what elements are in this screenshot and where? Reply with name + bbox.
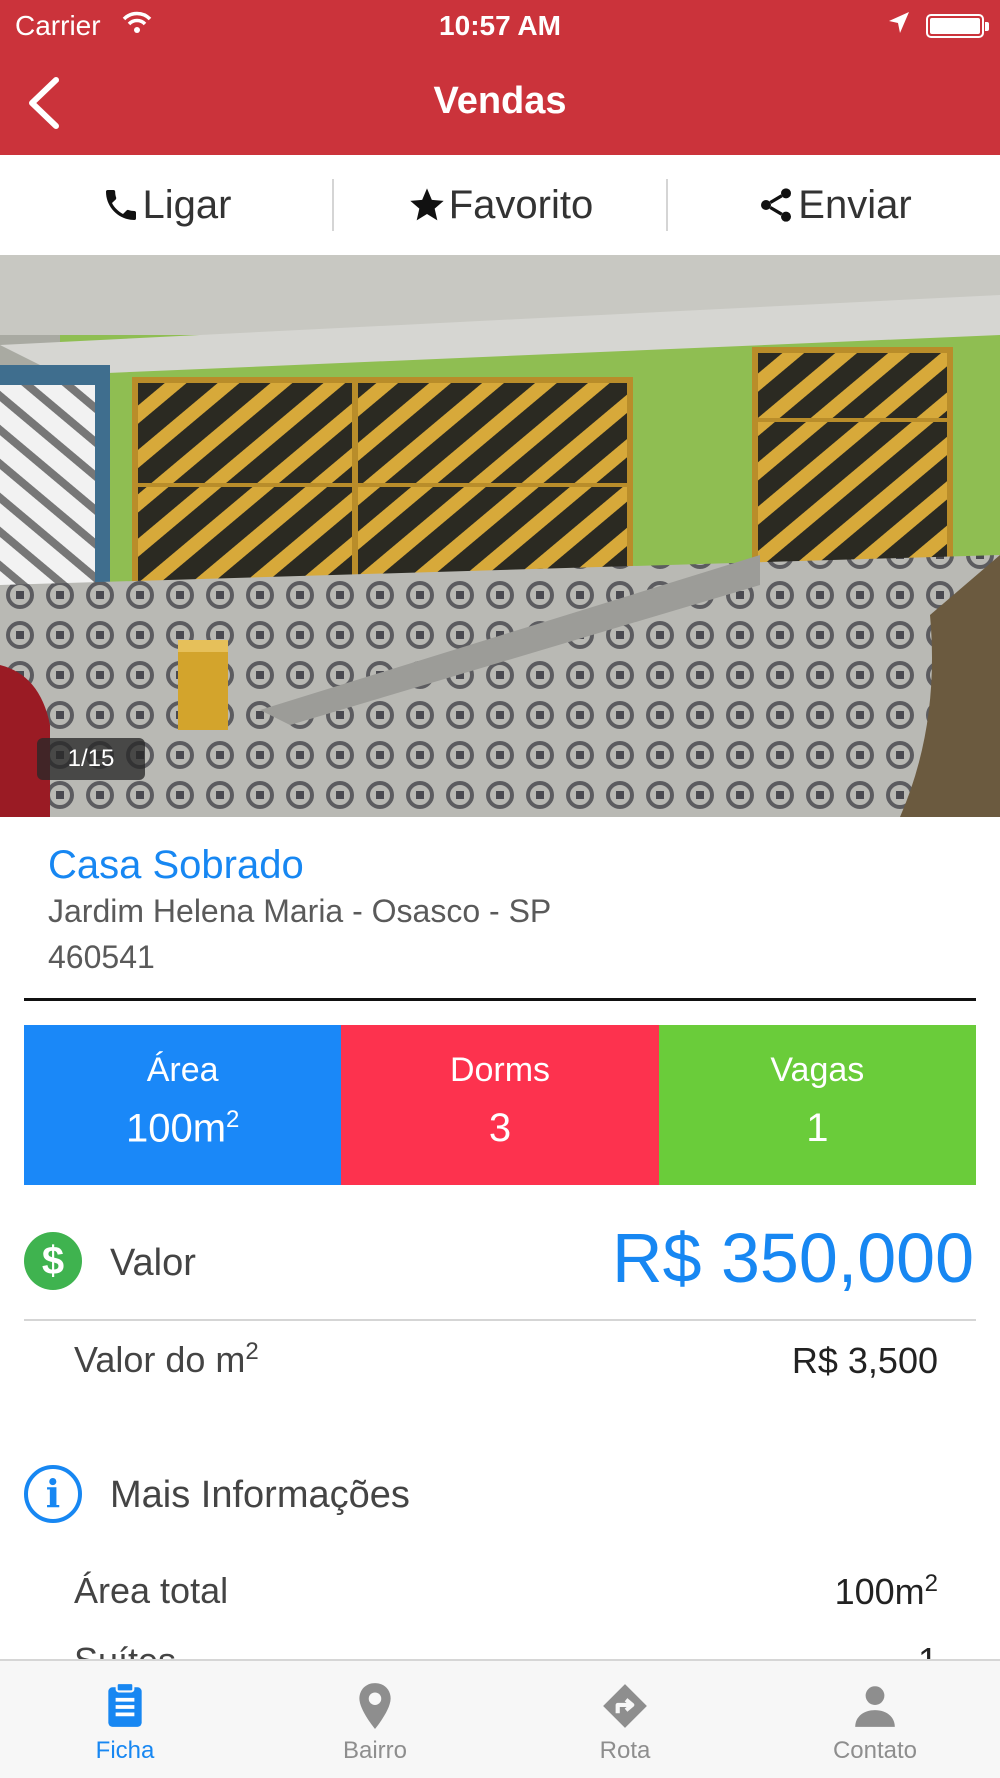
tab-ficha[interactable]: Ficha	[0, 1661, 250, 1778]
price-per-m2-sup: 2	[245, 1338, 259, 1365]
stat-dorms-value: 3	[488, 1106, 512, 1150]
price-per-m2-value: R$ 3,500	[791, 1340, 938, 1381]
favorite-label: Favorito	[448, 182, 594, 227]
listing-location: Jardim Helena Maria - Osasco - SP	[48, 893, 552, 929]
tab-bar: Ficha Bairro Rota Contato	[0, 1659, 1000, 1778]
section-divider	[24, 998, 976, 1001]
person-icon	[855, 1686, 895, 1727]
call-label: Ligar	[142, 182, 232, 227]
location-arrow-icon	[888, 10, 910, 42]
share-icon	[761, 188, 792, 222]
tab-contato[interactable]: Contato	[750, 1661, 1000, 1778]
stat-area-value: 100m	[125, 1106, 227, 1151]
stat-vagas-value: 1	[806, 1106, 829, 1150]
tab-bairro[interactable]: Bairro	[250, 1661, 500, 1778]
dollar-icon: $	[24, 1232, 82, 1290]
stat-vagas-label: Vagas	[770, 1051, 865, 1089]
tab-ficha-label: Ficha	[95, 1737, 155, 1764]
route-icon	[603, 1684, 647, 1728]
tab-rota[interactable]: Rota	[500, 1661, 750, 1778]
call-button[interactable]: Ligar	[0, 155, 332, 255]
battery-icon	[926, 14, 989, 38]
page-title: Vendas	[433, 80, 567, 122]
stat-area-label: Área	[146, 1051, 219, 1089]
property-photo	[0, 255, 1000, 817]
stat-area: Área 100m2	[24, 1025, 342, 1185]
stat-vagas: Vagas 1	[658, 1025, 976, 1185]
listing-title: Casa Sobrado	[48, 843, 304, 887]
stat-area-value-container: 100m2	[24, 1106, 341, 1151]
map-pin-icon	[359, 1683, 391, 1729]
tab-contato-label: Contato	[832, 1737, 918, 1764]
share-button[interactable]: Enviar	[668, 155, 1000, 255]
property-photo-carousel[interactable]: 1/15	[0, 255, 1000, 817]
action-bar: Ligar Favorito Enviar	[0, 155, 1000, 255]
tab-bairro-label: Bairro	[342, 1737, 408, 1764]
star-icon	[410, 188, 444, 221]
info-row-value-container: 100m2	[835, 1570, 938, 1613]
clipboard-icon	[108, 1682, 142, 1727]
info-row-value-sup: 2	[924, 1570, 938, 1597]
price-label: Valor	[110, 1242, 196, 1284]
listing-code: 460541	[48, 939, 155, 975]
favorite-button[interactable]: Favorito	[334, 155, 666, 255]
price-per-m2-label: Valor do m	[74, 1339, 246, 1380]
stat-dorms-label: Dorms	[449, 1051, 551, 1089]
info-row-value: 100m	[834, 1571, 925, 1612]
stats-panel: Área 100m2 Dorms 3 Vagas 1	[24, 1025, 976, 1185]
info-row-label: Área total	[74, 1570, 229, 1611]
price-divider	[24, 1319, 976, 1321]
price-value: R$ 350,000	[612, 1219, 974, 1297]
clock: 10:57 AM	[439, 10, 561, 41]
share-label: Enviar	[798, 182, 912, 227]
stat-area-unit-sup: 2	[226, 1106, 240, 1133]
tab-rota-label: Rota	[599, 1737, 651, 1764]
photo-counter: 1/15	[37, 738, 145, 780]
info-icon: i	[24, 1465, 82, 1523]
more-info-heading: Mais Informações	[110, 1474, 410, 1516]
navigation-header: Carrier 10:57 AM Vendas	[0, 0, 1000, 155]
status-bar: Carrier 10:57 AM	[0, 0, 1000, 50]
price-per-m2-label-container: Valor do m2	[74, 1338, 259, 1381]
stat-dorms: Dorms 3	[341, 1025, 659, 1185]
phone-icon	[105, 190, 136, 220]
